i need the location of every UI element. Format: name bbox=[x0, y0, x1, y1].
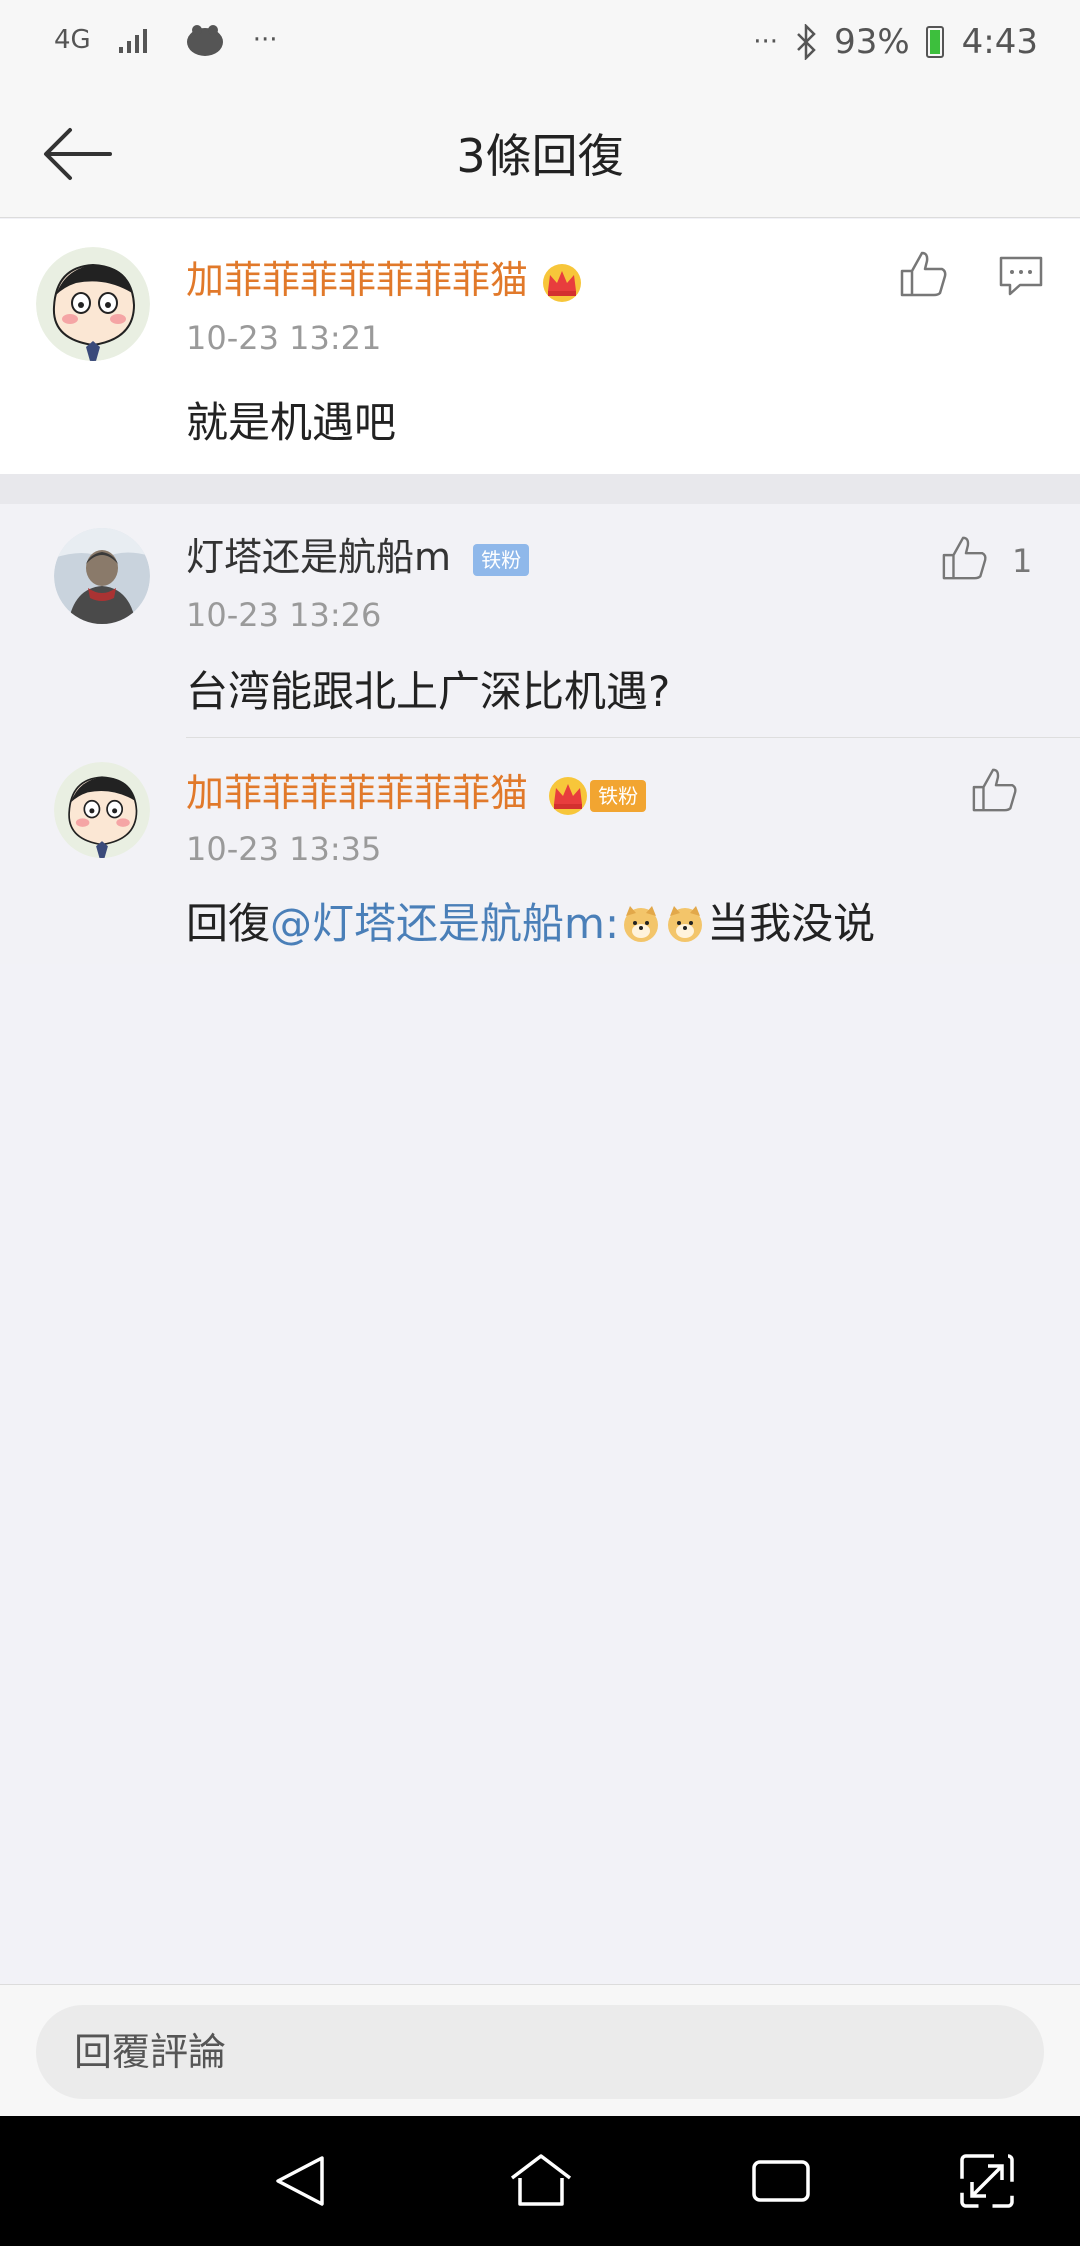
bluetooth-icon bbox=[797, 24, 816, 60]
username-text[interactable]: 加菲菲菲菲菲菲菲猫 bbox=[186, 258, 528, 302]
reply-input-bar: 回覆評論 bbox=[0, 1984, 1080, 2116]
app-notification-icon bbox=[186, 25, 223, 56]
like-icon[interactable] bbox=[940, 534, 990, 582]
status-bar: 4G ··· ··· 93% 4:43 bbox=[0, 0, 1080, 90]
expand-icon[interactable] bbox=[952, 2148, 1022, 2214]
battery-percent: 93% bbox=[834, 22, 910, 62]
mention-link[interactable]: @灯塔还是航船m bbox=[270, 899, 605, 948]
doge-emoji-icon bbox=[668, 906, 703, 942]
avatar[interactable] bbox=[54, 528, 150, 624]
comment-icon[interactable] bbox=[998, 255, 1044, 297]
network-type: 4G bbox=[54, 25, 91, 55]
header: 3條回復 bbox=[0, 90, 1080, 218]
like-count: 1 bbox=[1012, 542, 1033, 580]
avatar[interactable] bbox=[36, 247, 150, 361]
reply-input[interactable]: 回覆評論 bbox=[36, 2005, 1044, 2099]
reply-time: 10-23 13:26 bbox=[186, 596, 382, 634]
clock: 4:43 bbox=[961, 22, 1038, 62]
username[interactable]: 灯塔还是航船m 铁粉 bbox=[186, 526, 530, 581]
vip-crown-icon bbox=[543, 263, 582, 302]
like-icon[interactable] bbox=[970, 766, 1020, 814]
recents-nav-icon[interactable] bbox=[746, 2148, 816, 2214]
reply-time: 10-23 13:35 bbox=[186, 830, 382, 868]
more-status: ··· bbox=[753, 27, 779, 57]
reply-text: 台湾能跟北上广深比机遇? bbox=[186, 667, 671, 716]
reply-text: 回復@灯塔还是航船m: 当我没说 bbox=[186, 890, 875, 951]
doge-emoji-icon bbox=[624, 906, 659, 942]
more-notifications: ··· bbox=[252, 25, 278, 55]
username[interactable]: 加菲菲菲菲菲菲菲猫 铁粉 bbox=[186, 762, 647, 817]
signal-icon bbox=[118, 29, 147, 53]
fan-badge: 铁粉 bbox=[590, 779, 647, 812]
battery-icon bbox=[925, 26, 944, 58]
username-text[interactable]: 灯塔还是航船m bbox=[186, 535, 451, 579]
back-nav-icon[interactable] bbox=[266, 2148, 336, 2214]
comment-time: 10-23 13:21 bbox=[186, 319, 382, 357]
reply-divider bbox=[186, 737, 1080, 738]
like-icon[interactable] bbox=[898, 249, 950, 299]
page-title: 3條回復 bbox=[456, 129, 624, 183]
comment-text: 就是机遇吧 bbox=[186, 398, 397, 447]
reply-text-after: 当我没说 bbox=[707, 899, 876, 948]
section-divider bbox=[0, 474, 1080, 504]
mention-colon: : bbox=[604, 899, 620, 948]
system-nav-bar bbox=[0, 2116, 1080, 2246]
main-comment: 加菲菲菲菲菲菲菲猫 10-23 13:21 就是机遇吧 bbox=[0, 219, 1080, 474]
fan-badge: 铁粉 bbox=[473, 543, 530, 576]
home-nav-icon[interactable] bbox=[506, 2148, 576, 2214]
reply-list: 灯塔还是航船m 铁粉 10-23 13:26 台湾能跟北上广深比机遇? 1 加菲… bbox=[0, 504, 1080, 964]
reply-prefix: 回復 bbox=[186, 899, 271, 948]
username-text[interactable]: 加菲菲菲菲菲菲菲猫 bbox=[186, 771, 528, 815]
avatar[interactable] bbox=[54, 762, 150, 858]
vip-crown-icon bbox=[549, 776, 588, 815]
username[interactable]: 加菲菲菲菲菲菲菲猫 bbox=[186, 249, 584, 304]
